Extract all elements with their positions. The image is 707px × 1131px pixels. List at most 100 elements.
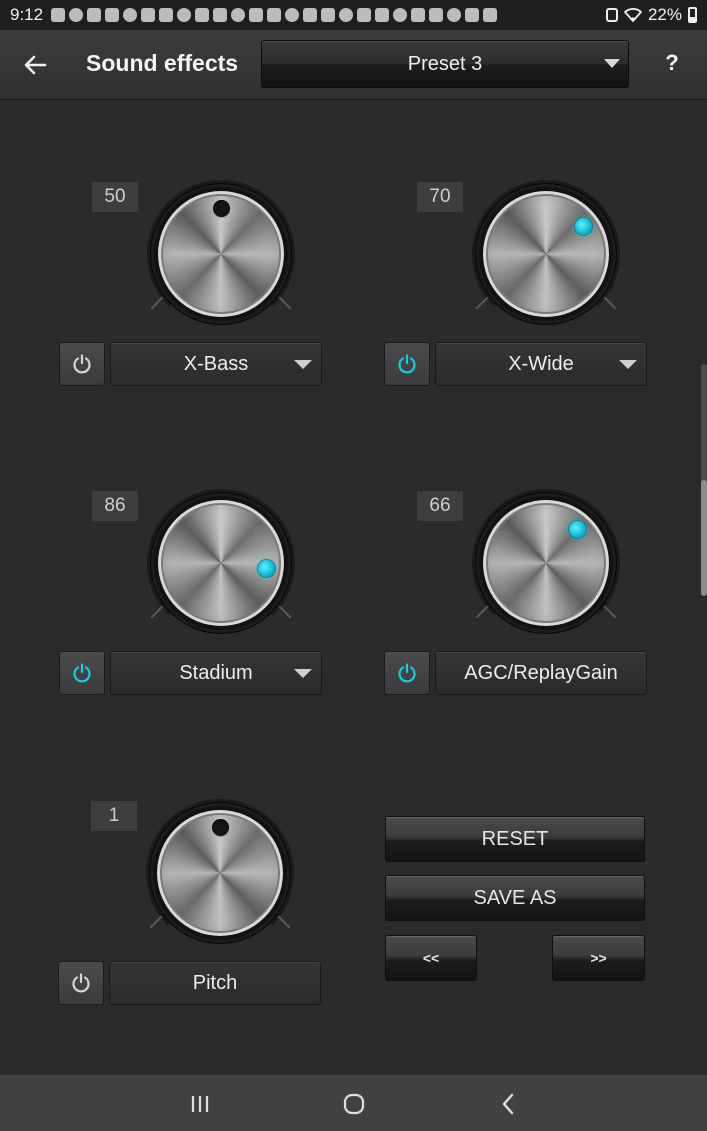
app-icon — [87, 8, 102, 22]
knob-value: 86 — [92, 491, 138, 521]
knob-value: 50 — [92, 182, 138, 212]
knob-value: 70 — [417, 182, 463, 212]
arrow-left-icon — [24, 55, 47, 75]
download-icon — [465, 8, 480, 22]
wifi-icon — [623, 8, 642, 22]
system-nav-bar — [0, 1075, 707, 1131]
back-button[interactable] — [18, 48, 52, 82]
knob[interactable] — [147, 180, 295, 328]
status-time: 9:12 — [10, 5, 44, 24]
notification-icons — [51, 8, 606, 22]
app-icon — [123, 8, 138, 22]
google-icon — [429, 8, 444, 22]
knob-max-tick — [278, 605, 292, 619]
effect-dropdown[interactable]: X-Wide — [435, 342, 647, 386]
chevron-down-icon — [619, 360, 637, 369]
effect-dropdown[interactable]: Stadium — [110, 651, 322, 695]
knob-max-tick — [278, 296, 292, 310]
power-toggle[interactable] — [384, 651, 430, 695]
chevron-down-icon — [604, 59, 620, 68]
chevron-down-icon — [294, 360, 312, 369]
knob[interactable] — [472, 180, 620, 328]
power-icon — [73, 663, 91, 683]
back-icon — [502, 1093, 514, 1115]
home-button[interactable] — [334, 1089, 374, 1119]
app-icon — [447, 8, 462, 22]
reset-button[interactable]: RESET — [385, 816, 645, 862]
home-icon — [343, 1093, 365, 1115]
save-as-button[interactable]: SAVE AS — [385, 875, 645, 921]
effect-label: X-Bass — [183, 352, 249, 375]
youtube-icon — [213, 8, 228, 22]
knob-indicator — [568, 520, 586, 538]
knob[interactable] — [472, 489, 620, 637]
help-button[interactable]: ? — [660, 50, 684, 80]
chevron-down-icon — [294, 669, 312, 678]
effect-x-bass: 50 X-Bass — [59, 180, 325, 392]
power-toggle[interactable] — [59, 342, 105, 386]
knob-indicator — [212, 199, 230, 217]
app-icon — [51, 8, 66, 22]
preset-label: Preset 3 — [407, 52, 483, 75]
effect-pitch: 1 Pitch — [58, 799, 324, 1011]
previous-preset-button[interactable]: << — [385, 935, 477, 981]
back-nav-button[interactable] — [488, 1089, 528, 1119]
email-icon — [231, 8, 246, 22]
knob-face — [483, 191, 609, 317]
effect-dropdown[interactable]: X-Bass — [110, 342, 322, 386]
effect-label: Stadium — [179, 661, 253, 684]
power-icon — [398, 354, 416, 374]
tune-icon — [357, 8, 372, 22]
knob-face — [483, 500, 609, 626]
power-icon — [72, 973, 90, 993]
twitter-icon — [249, 8, 264, 22]
app-header: Sound effects Preset 3 ? — [0, 30, 707, 100]
battery-icon — [688, 7, 697, 23]
recents-button[interactable] — [180, 1089, 220, 1119]
status-bar: 9:12 22% — [0, 0, 707, 30]
app-icon — [285, 8, 300, 22]
effect-label: X-Wide — [508, 352, 574, 375]
scrollbar-thumb[interactable] — [701, 480, 707, 596]
facebook-icon — [159, 8, 174, 22]
preset-dropdown[interactable]: Preset 3 — [261, 40, 629, 88]
effect-label: AGC/ReplayGain — [464, 661, 618, 684]
knob-min-tick — [475, 296, 489, 310]
knob-max-tick — [603, 296, 617, 310]
app-icon — [303, 8, 318, 22]
messenger-icon — [411, 8, 426, 22]
app-icon — [105, 8, 120, 22]
status-right: 22% — [605, 5, 697, 25]
effect-label-box[interactable]: Pitch — [109, 961, 321, 1005]
power-icon — [398, 663, 416, 683]
facebook-icon — [141, 8, 156, 22]
knob-min-tick — [150, 605, 164, 619]
effect-stadium: 86 Stadium — [59, 489, 325, 701]
next-preset-button[interactable]: >> — [552, 935, 645, 981]
app-icon — [267, 8, 282, 22]
cloud-icon — [483, 8, 498, 22]
battery-percent: 22% — [647, 5, 682, 24]
alarm-icon — [605, 8, 618, 22]
knob-max-tick — [277, 915, 291, 929]
knob-value: 66 — [417, 491, 463, 521]
knob-min-tick — [475, 605, 489, 619]
knob-min-tick — [149, 915, 163, 929]
effect-x-wide: 70 X-Wide — [384, 180, 650, 392]
notification-icon — [393, 8, 408, 22]
scrollbar[interactable] — [701, 364, 707, 596]
knob-max-tick — [603, 605, 617, 619]
knob-value: 1 — [91, 801, 137, 831]
effect-label: Pitch — [192, 971, 238, 994]
effect-label-box[interactable]: AGC/ReplayGain — [435, 651, 647, 695]
power-icon — [73, 354, 91, 374]
knob[interactable] — [146, 799, 294, 947]
messenger-icon — [339, 8, 354, 22]
page-title: Sound effects — [86, 50, 239, 76]
power-toggle[interactable] — [384, 342, 430, 386]
app-icon — [69, 8, 84, 22]
power-toggle[interactable] — [58, 961, 104, 1005]
knob-min-tick — [150, 296, 164, 310]
knob[interactable] — [147, 489, 295, 637]
power-toggle[interactable] — [59, 651, 105, 695]
